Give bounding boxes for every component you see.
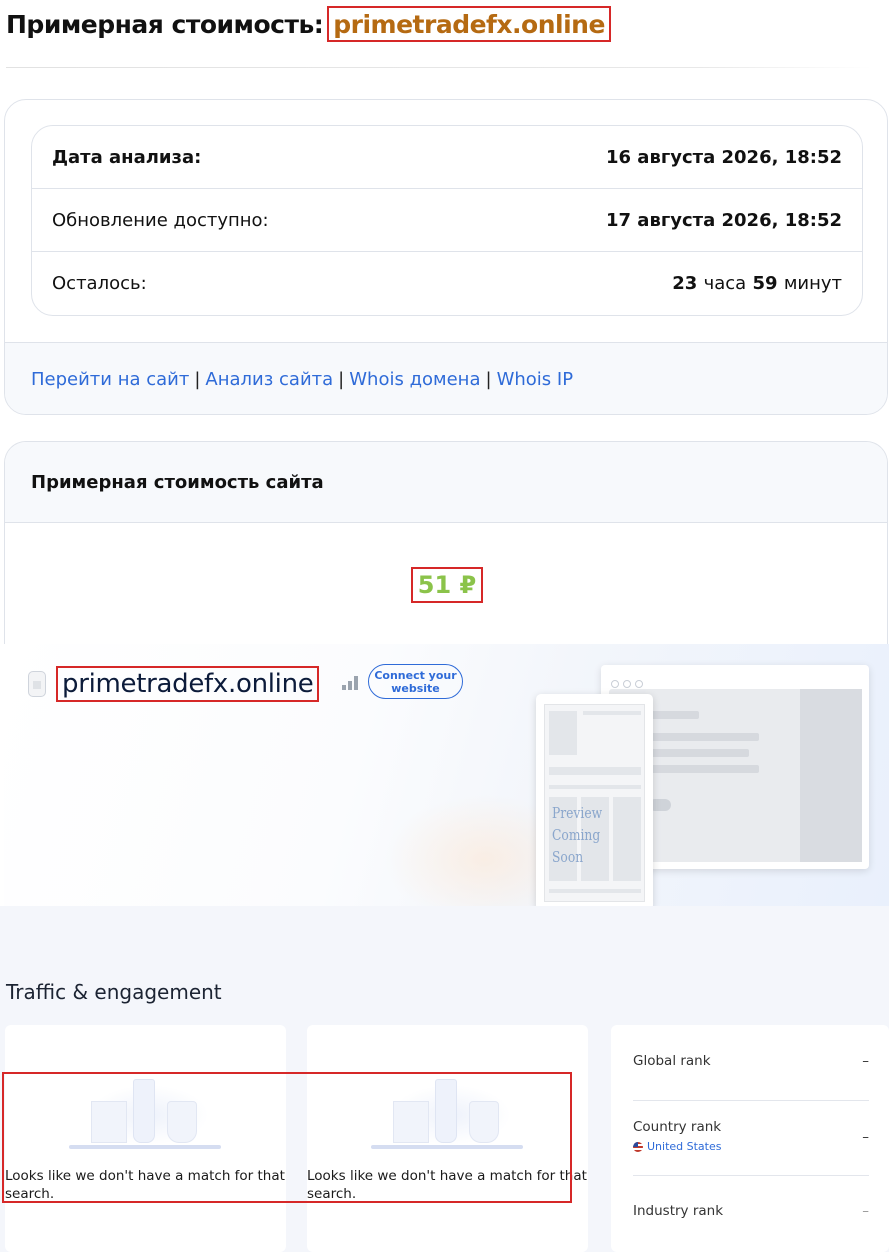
global-rank-row: Global rank – — [633, 1053, 869, 1069]
file-icon — [28, 671, 46, 697]
connect-website-button[interactable]: Connect your website — [368, 664, 463, 699]
site-preview-panel: primetradefx.online Connect your website — [4, 644, 889, 906]
link-separator: | — [338, 369, 345, 390]
remaining-hours-unit: часа — [703, 273, 747, 294]
page-title-domain: primetradefx.online — [327, 6, 611, 42]
whois-ip-link[interactable]: Whois IP — [497, 369, 573, 390]
industry-rank-label: Industry rank — [633, 1203, 724, 1219]
page-title-prefix: Примерная стоимость: — [6, 9, 324, 39]
industry-rank-value: – — [862, 1203, 869, 1219]
signal-icon — [342, 676, 358, 690]
industry-rank-row: Industry rank – — [633, 1203, 869, 1219]
country-rank-country[interactable]: United States — [633, 1140, 722, 1153]
preview-text-line1: Preview — [552, 804, 603, 822]
update-available-value: 17 августа 2026, 18:52 — [605, 209, 842, 231]
whois-domain-link[interactable]: Whois домена — [349, 369, 480, 390]
rank-card: Global rank – Country rank – United Stat… — [611, 1025, 889, 1252]
annotation-highlight — [2, 1072, 572, 1203]
preview-domain: primetradefx.online — [56, 666, 320, 702]
visit-site-link[interactable]: Перейти на сайт — [31, 369, 189, 390]
table-row: Обновление доступно: 17 августа 2026, 18… — [32, 189, 862, 252]
phone-mockup: Preview Coming Soon — [536, 694, 653, 906]
country-rank-value: – — [862, 1129, 869, 1145]
analysis-date-label: Дата анализа: — [52, 146, 202, 168]
remaining-hours: 23 — [672, 273, 698, 294]
global-rank-value: – — [862, 1053, 869, 1069]
rank-divider — [633, 1100, 869, 1101]
table-row: Осталось: 23 часа 59 минут — [32, 252, 862, 315]
update-available-label: Обновление доступно: — [52, 209, 269, 231]
analysis-table: Дата анализа: 16 августа 2026, 18:52 Обн… — [31, 125, 863, 316]
preview-text-line2: Coming Soon — [552, 826, 601, 866]
us-flag-icon — [633, 1141, 643, 1152]
link-separator: | — [194, 369, 201, 390]
valuation-price: 51 ₽ — [411, 567, 483, 603]
table-row: Дата анализа: 16 августа 2026, 18:52 — [32, 126, 862, 189]
valuation-card: Примерная стоимость сайта 51 ₽ — [4, 441, 888, 646]
title-divider — [6, 67, 872, 68]
analysis-date-value: 16 августа 2026, 18:52 — [605, 146, 842, 168]
rank-divider — [633, 1175, 869, 1176]
remaining-minutes: 59 — [752, 273, 778, 294]
remaining-minutes-unit: минут — [783, 273, 842, 294]
valuation-heading: Примерная стоимость сайта — [5, 442, 887, 523]
page-title: Примерная стоимость: primetradefx.online — [6, 6, 611, 42]
country-name: United States — [647, 1140, 722, 1153]
preview-coming-soon: Preview Coming Soon — [552, 802, 635, 868]
remaining-value: 23 часа 59 минут — [672, 273, 842, 294]
remaining-label: Осталось: — [52, 273, 147, 294]
global-rank-label: Global rank — [633, 1053, 711, 1069]
links-bar: Перейти на сайт | Анализ сайта | Whois д… — [5, 342, 887, 414]
traffic-title: Traffic & engagement — [6, 980, 222, 1004]
analysis-card: Дата анализа: 16 августа 2026, 18:52 Обн… — [4, 99, 888, 415]
link-separator: | — [485, 369, 492, 390]
site-analysis-link[interactable]: Анализ сайта — [205, 369, 333, 390]
